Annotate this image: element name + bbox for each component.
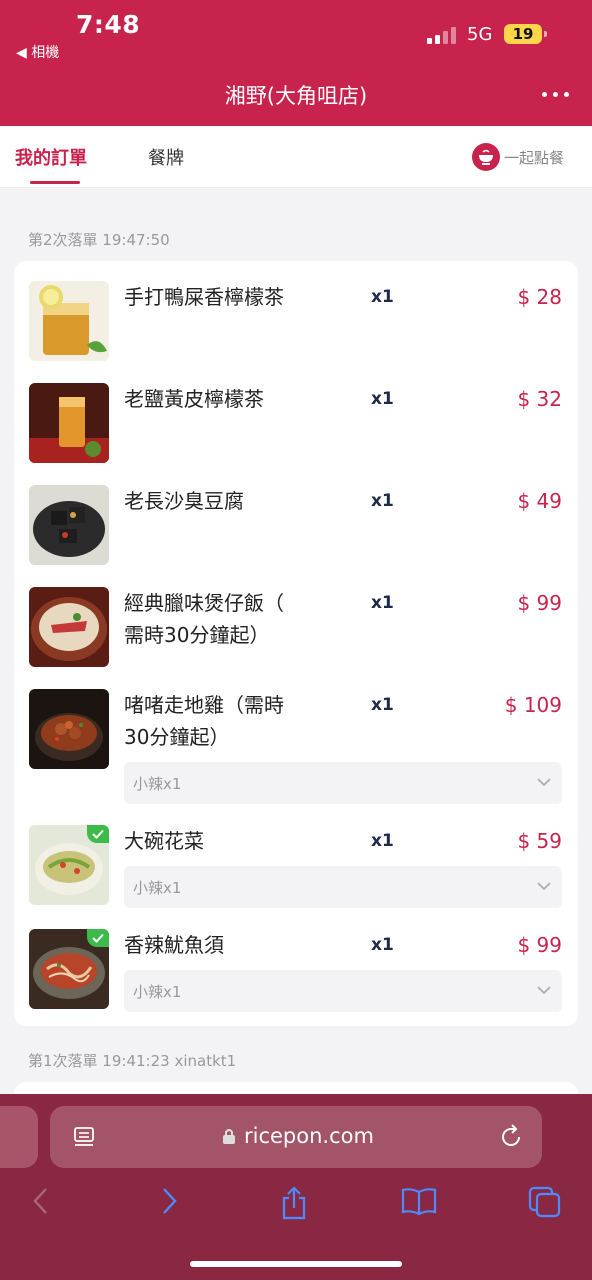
reload-icon[interactable] — [498, 1124, 524, 1150]
chevron-down-icon — [537, 986, 551, 995]
chevron-down-icon — [537, 882, 551, 891]
item-image — [29, 689, 109, 769]
battery-icon: 19 — [504, 24, 542, 44]
network-label: 5G — [467, 24, 493, 45]
page-menu-icon[interactable] — [72, 1125, 96, 1149]
item-price: $ 28 — [517, 285, 562, 309]
chevron-down-icon — [537, 778, 551, 787]
signal-icon — [427, 26, 459, 44]
url-label: ricepon.com — [244, 1124, 374, 1148]
bowl-icon — [472, 143, 500, 171]
browser-toolbar: ricepon.com — [0, 1094, 592, 1280]
item-qty: x1 — [371, 593, 394, 613]
address-bar[interactable]: ricepon.com — [50, 1106, 542, 1168]
forward-icon[interactable] — [158, 1186, 180, 1216]
page-title: 湘野(大角咀店) — [224, 84, 368, 108]
back-to-app-link[interactable]: ◀ 相機 — [16, 42, 59, 62]
back-icon[interactable] — [30, 1186, 52, 1216]
tabs-icon[interactable] — [528, 1186, 562, 1218]
item-price: $ 49 — [517, 489, 562, 513]
item-name: 手打鴨屎香檸檬茶 — [124, 285, 284, 309]
item-image — [29, 825, 109, 905]
url-display: ricepon.com — [222, 1124, 374, 1148]
tab-bar: 我的訂單 餐牌 一起點餐 — [0, 126, 592, 188]
item-option-label: 小辣x1 — [133, 983, 182, 1001]
item-name-line: 30分鐘起） — [124, 725, 230, 749]
lock-icon — [223, 1129, 235, 1144]
item-image — [29, 383, 109, 463]
more-menu-icon[interactable] — [542, 92, 572, 98]
item-price: $ 32 — [517, 387, 562, 411]
item-name: 經典臘味煲仔飯（ 需時30分鐘起） — [124, 587, 324, 651]
item-price: $ 59 — [517, 829, 562, 853]
item-image — [29, 281, 109, 361]
order-together-button[interactable]: 一起點餐 — [472, 142, 564, 172]
item-image — [29, 929, 109, 1009]
item-name-line: 經典臘味煲仔飯（ — [124, 591, 284, 615]
item-qty: x1 — [371, 695, 394, 715]
item-name: 大碗花菜 — [124, 829, 204, 853]
item-name: 老鹽黃皮檸檬茶 — [124, 387, 264, 411]
status-time: 7:48 — [76, 10, 141, 39]
item-qty: x1 — [371, 287, 394, 307]
item-option-dropdown[interactable]: 小辣x1 — [124, 970, 562, 1012]
item-image — [29, 587, 109, 667]
item-qty: x1 — [371, 491, 394, 511]
item-price: $ 109 — [504, 693, 562, 717]
order-together-label: 一起點餐 — [504, 148, 565, 167]
item-name-line: 啫啫走地雞（需時 — [124, 693, 284, 717]
item-qty: x1 — [371, 389, 394, 409]
tab-my-orders[interactable]: 我的訂單 — [15, 144, 87, 170]
item-name-line: 需時30分鐘起） — [124, 623, 270, 647]
item-name: 啫啫走地雞（需時 30分鐘起） — [124, 689, 324, 753]
bookmarks-icon[interactable] — [401, 1186, 437, 1216]
home-indicator[interactable] — [190, 1261, 402, 1267]
order-card: 手打鴨屎香檸檬茶 x1 $ 28 老鹽黃皮檸檬茶 x1 $ 32 老長沙臭豆腐 … — [14, 261, 578, 1026]
item-option-dropdown[interactable]: 小辣x1 — [124, 866, 562, 908]
item-option-dropdown[interactable]: 小辣x1 — [124, 762, 562, 804]
order-batch-header: 第2次落單 19:47:50 — [28, 231, 170, 249]
active-tab-indicator — [30, 181, 80, 184]
item-qty: x1 — [371, 831, 394, 851]
item-price: $ 99 — [517, 591, 562, 615]
item-image — [29, 485, 109, 565]
item-qty: x1 — [371, 935, 394, 955]
previous-tab-preview[interactable] — [0, 1106, 38, 1168]
tab-menu[interactable]: 餐牌 — [148, 144, 184, 170]
item-name: 老長沙臭豆腐 — [124, 489, 244, 513]
item-price: $ 99 — [517, 933, 562, 957]
app-header: 7:48 ◀ 相機 5G 19 湘野(大角咀店) — [0, 0, 592, 126]
item-option-label: 小辣x1 — [133, 775, 182, 793]
order-batch-header: 第1次落單 19:41:23 xinatkt1 — [28, 1052, 237, 1070]
share-icon[interactable] — [279, 1186, 309, 1220]
served-check-icon — [87, 825, 109, 843]
item-name: 香辣魷魚須 — [124, 933, 224, 957]
battery-tip — [544, 31, 547, 37]
item-option-label: 小辣x1 — [133, 879, 182, 897]
served-check-icon — [87, 929, 109, 947]
